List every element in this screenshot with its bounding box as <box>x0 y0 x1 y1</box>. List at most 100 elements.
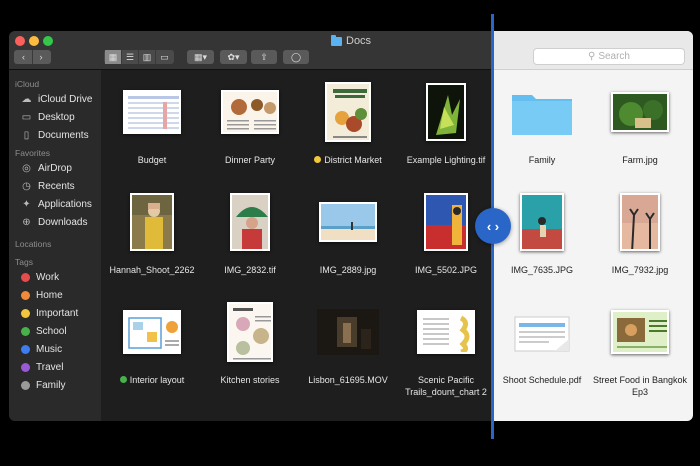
sidebar-tag-music[interactable]: Music <box>9 340 101 358</box>
tag-dot-icon <box>21 308 30 318</box>
screen: Docs ‹ › ▦ ☰ ▥ ▭ ▦▾ ✿▾ ⇧ ◯ ⚲ Search iClo… <box>0 0 700 466</box>
photo-thumbnail-icon <box>426 83 466 141</box>
sidebar-item-documents[interactable]: ▯ Documents <box>9 126 101 144</box>
gallery-view-button[interactable]: ▭ <box>156 50 173 64</box>
list-view-button[interactable]: ☰ <box>122 50 139 64</box>
document-thumbnail-icon <box>227 302 273 362</box>
poster-thumbnail-icon <box>325 82 371 142</box>
folder-icon <box>331 34 342 46</box>
file-item[interactable]: Family <box>493 72 591 182</box>
nav-buttons: ‹ › <box>14 50 51 64</box>
sidebar-heading-locations: Locations <box>15 239 52 249</box>
sidebar-item-icloud-drive[interactable]: ☁ iCloud Drive <box>9 90 101 108</box>
sidebar-item-label: Important <box>36 307 79 319</box>
file-name: Budget <box>137 155 167 165</box>
tag-dot-icon <box>21 326 30 336</box>
close-window-button[interactable] <box>15 36 25 46</box>
sidebar-item-label: Music <box>36 343 63 355</box>
tag-dot-icon <box>21 290 30 300</box>
sidebar-tag-travel[interactable]: Travel <box>9 358 101 376</box>
icon-view-button[interactable]: ▦ <box>105 50 122 64</box>
folder-icon <box>512 95 572 135</box>
sidebar-item-label: AirDrop <box>38 162 72 174</box>
back-button[interactable]: ‹ <box>16 50 33 64</box>
comparison-slider-handle[interactable]: ‹ › <box>475 208 511 244</box>
file-name: Farm.jpg <box>622 155 658 165</box>
file-item[interactable]: IMG_7635.JPG <box>493 182 591 292</box>
zoom-window-button[interactable] <box>43 36 53 46</box>
finder-window: Docs ‹ › ▦ ☰ ▥ ▭ ▦▾ ✿▾ ⇧ ◯ ⚲ Search iClo… <box>9 31 693 421</box>
forward-button[interactable]: › <box>33 50 50 64</box>
photo-thumbnail-icon <box>424 193 468 251</box>
sidebar-tag-family[interactable]: Family <box>9 376 101 394</box>
file-item[interactable]: Scenic Pacific Trails_dount_chart 2 <box>397 292 495 402</box>
sidebar-item-label: Family <box>36 379 66 391</box>
sidebar-heading-favorites: Favorites <box>15 148 50 158</box>
file-item[interactable]: Shoot Schedule.pdf <box>493 292 591 402</box>
file-name: Example Lighting.tif <box>406 155 486 165</box>
file-name: IMG_2889.jpg <box>319 265 377 275</box>
tag-button[interactable]: ◯ <box>283 50 309 64</box>
file-name: IMG_2832.tif <box>224 265 276 275</box>
tag-dot-icon <box>21 272 30 282</box>
tag-dot-icon <box>21 380 30 390</box>
file-name: District Market <box>324 155 382 165</box>
sidebar-item-applications[interactable]: ✦ Applications <box>9 195 101 213</box>
sidebar-item-label: Applications <box>38 198 92 210</box>
photo-thumbnail-icon <box>230 193 270 251</box>
file-grid-dark: Budget Dinner Party District Market Exam… <box>101 70 493 421</box>
pdf-thumbnail-icon <box>514 316 570 352</box>
floorplan-thumbnail-icon <box>123 310 181 354</box>
file-item[interactable]: Dinner Party <box>201 72 299 182</box>
file-item[interactable]: District Market <box>299 72 397 182</box>
sidebar-item-label: iCloud Drive <box>38 93 93 105</box>
sidebar-tag-home[interactable]: Home <box>9 286 101 304</box>
minimize-window-button[interactable] <box>29 36 39 46</box>
window-title-text: Docs <box>346 35 372 47</box>
sidebar-heading-tags: Tags <box>15 257 33 267</box>
file-item[interactable]: Street Food in Bangkok Ep3 <box>591 292 689 402</box>
file-name: Kitchen stories <box>220 375 280 385</box>
file-name: Family <box>528 155 556 165</box>
file-item[interactable]: Kitchen stories <box>201 292 299 402</box>
video-thumbnail-icon <box>317 309 379 355</box>
sidebar-item-desktop[interactable]: ▭ Desktop <box>9 108 101 126</box>
file-item[interactable]: Farm.jpg <box>591 72 689 182</box>
file-name: Interior layout <box>129 375 185 385</box>
photo-thumbnail-icon <box>319 202 377 242</box>
file-name: IMG_7932.jpg <box>611 265 669 275</box>
sidebar-item-label: Downloads <box>38 216 88 228</box>
column-view-button[interactable]: ▥ <box>139 50 156 64</box>
sidebar-item-label: Recents <box>38 180 75 192</box>
document-thumbnail-icon <box>611 310 669 354</box>
sidebar-item-downloads[interactable]: ⊕ Downloads <box>9 213 101 231</box>
file-item[interactable]: Budget <box>103 72 201 182</box>
tag-dot-icon <box>314 156 322 163</box>
sidebar-item-label: School <box>36 325 67 337</box>
sidebar-item-airdrop[interactable]: ◎ AirDrop <box>9 159 101 177</box>
sidebar-item-label: Home <box>36 289 63 301</box>
sidebar-tag-work[interactable]: Work <box>9 268 101 286</box>
sidebar-item-recents[interactable]: ◷ Recents <box>9 177 101 195</box>
file-item[interactable]: IMG_7932.jpg <box>591 182 689 292</box>
file-item[interactable]: Lisbon_61695.MOV <box>299 292 397 402</box>
photo-thumbnail-icon <box>130 193 174 251</box>
file-item[interactable]: IMG_2889.jpg <box>299 182 397 292</box>
sidebar-tag-school[interactable]: School <box>9 322 101 340</box>
file-name: Dinner Party <box>224 155 276 165</box>
file-name: Lisbon_61695.MOV <box>308 375 388 385</box>
spreadsheet-thumbnail-icon <box>123 90 181 134</box>
file-item[interactable]: Hannah_Shoot_2262 <box>103 182 201 292</box>
share-button[interactable]: ⇧ <box>251 50 277 64</box>
file-grid-light: Family Farm.jpg IMG_7635.JPG IMG_7932.jp… <box>493 70 693 421</box>
file-name: IMG_5502.JPG <box>414 265 478 275</box>
group-button[interactable]: ▦▾ <box>187 50 214 64</box>
search-field[interactable]: ⚲ Search <box>533 48 685 65</box>
download-icon: ⊕ <box>22 216 31 228</box>
action-button[interactable]: ✿▾ <box>220 50 247 64</box>
chart-thumbnail-icon <box>417 310 475 354</box>
file-item[interactable]: Example Lighting.tif <box>397 72 495 182</box>
file-item[interactable]: IMG_2832.tif <box>201 182 299 292</box>
sidebar-tag-important[interactable]: Important <box>9 304 101 322</box>
file-item[interactable]: Interior layout <box>103 292 201 402</box>
